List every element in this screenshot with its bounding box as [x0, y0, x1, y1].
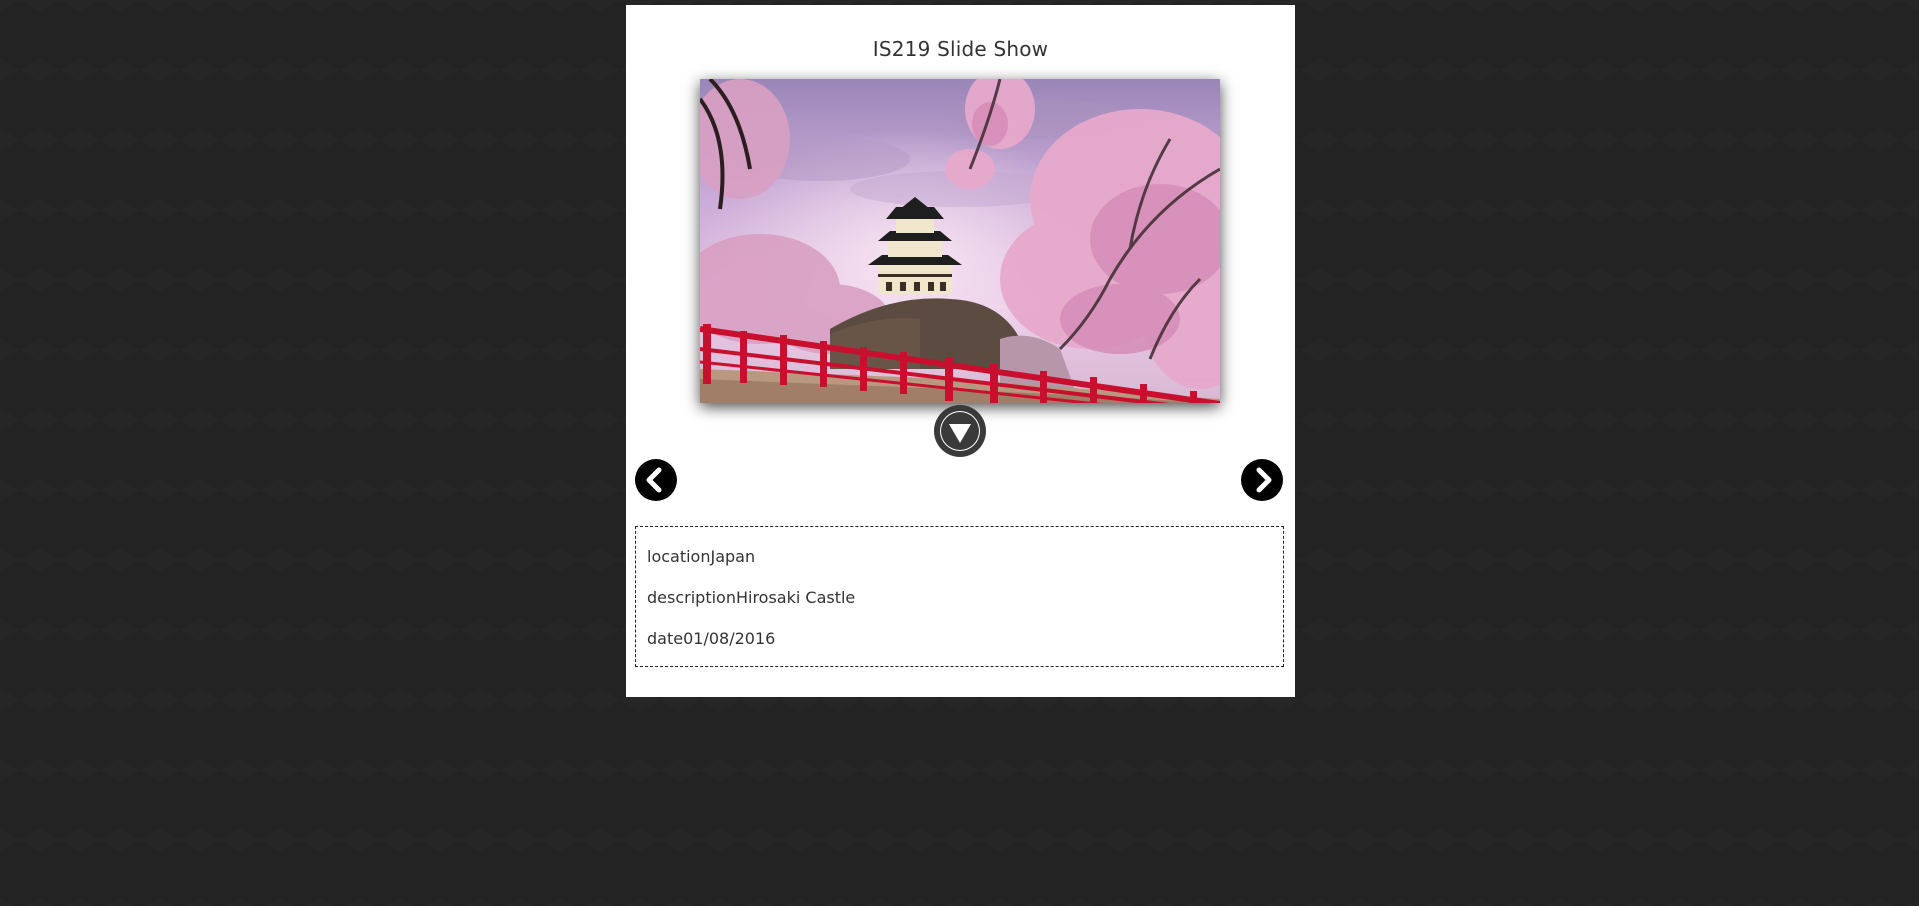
date-value: 01/08/2016 [683, 629, 776, 648]
location-label: location [647, 547, 711, 566]
description-value: Hirosaki Castle [735, 588, 856, 607]
date-label: date [647, 629, 684, 648]
description-label: description [647, 588, 736, 607]
page-title: IS219 Slide Show [872, 37, 1049, 61]
next-slide-button[interactable] [1241, 459, 1283, 501]
chevron-left-icon [646, 467, 662, 493]
previous-slide-button[interactable] [635, 459, 677, 501]
description-row: descriptionHirosaki Castle [647, 588, 855, 607]
location-row: locationJapan [647, 547, 755, 566]
chevron-down-circle-icon [940, 411, 980, 451]
slide-photo [700, 79, 1220, 403]
location-value: Japan [710, 547, 756, 566]
slide-info-box: locationJapan descriptionHirosaki Castle… [635, 526, 1284, 667]
date-row: date01/08/2016 [647, 629, 775, 648]
toggle-info-button[interactable] [934, 405, 986, 457]
slideshow-panel: IS219 Slide Show locationJapan descripti… [626, 5, 1295, 697]
chevron-right-icon [1256, 467, 1272, 493]
